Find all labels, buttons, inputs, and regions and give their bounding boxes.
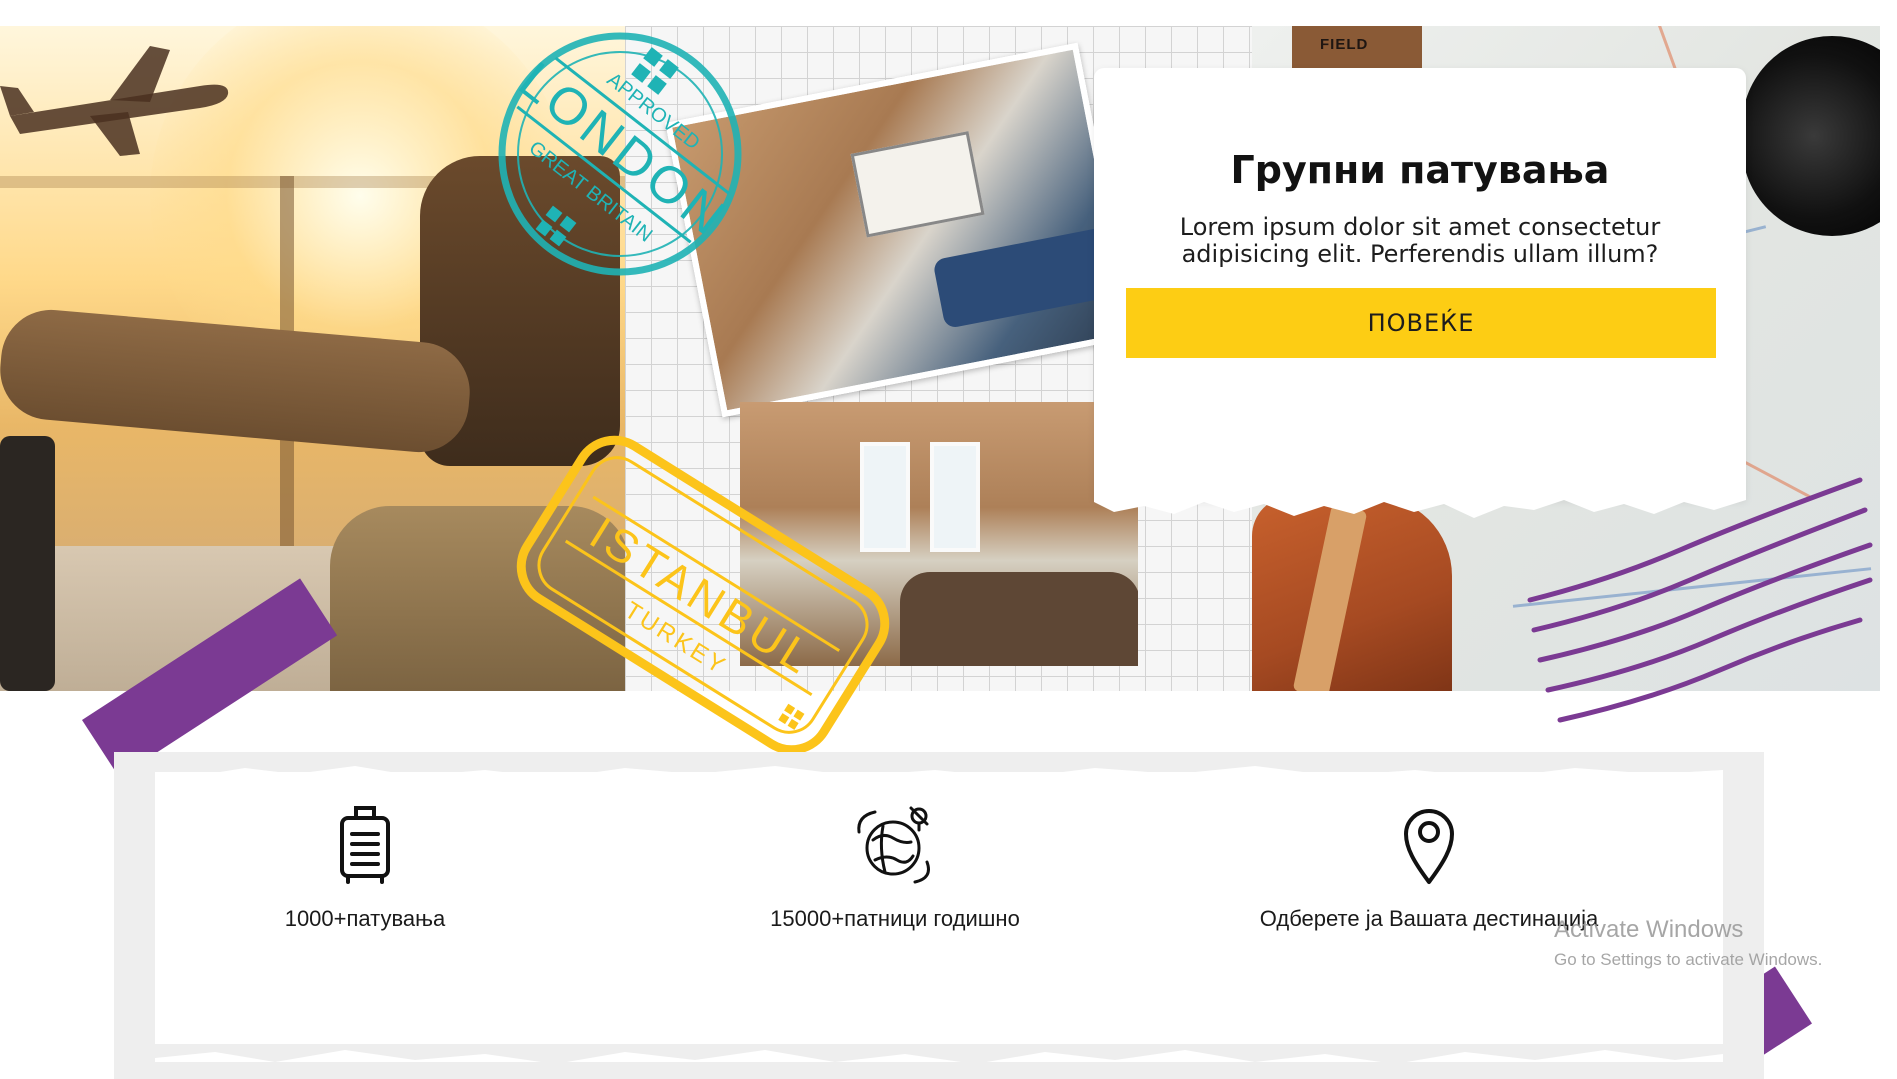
feature-travelers: 15000+патници годишно [685, 802, 1105, 932]
feature-trips-label: 1000+патувања [284, 906, 446, 931]
location-pin-icon [1404, 809, 1454, 884]
watermark-title: Activate Windows [1554, 916, 1744, 943]
torn-edge [1094, 492, 1746, 518]
features-strip: 1000+патувања 15000+патници годишно Одбе… [155, 766, 1723, 1064]
more-button[interactable]: ПОВЕЌЕ [1126, 288, 1716, 358]
istanbul-stamp: ISTANBUL TURKEY [516, 435, 890, 755]
feature-destination: Одберете ја Вашата дестинација [1219, 802, 1639, 932]
london-stamp: APPROVED LONDON GREAT BRITAIN [498, 32, 742, 276]
card-description: Lorem ipsum dolor sit amet consectetur a… [1179, 213, 1661, 268]
group-travel-card: Групни патувања Lorem ipsum dolor sit am… [1094, 68, 1746, 518]
card-title: Групни патувања [1230, 148, 1610, 192]
luggage-icon [340, 806, 390, 884]
feature-travelers-label: 15000+патници годишно [770, 906, 1020, 931]
windows-activation-watermark: Activate Windows Go to Settings to activ… [1554, 916, 1822, 970]
globe-travel-icon [857, 806, 930, 884]
camera-lens [1742, 36, 1880, 236]
feature-trips: 1000+патувања [155, 802, 575, 932]
airplane-icon [0, 46, 229, 156]
watermark-subtitle: Go to Settings to activate Windows. [1554, 950, 1823, 969]
